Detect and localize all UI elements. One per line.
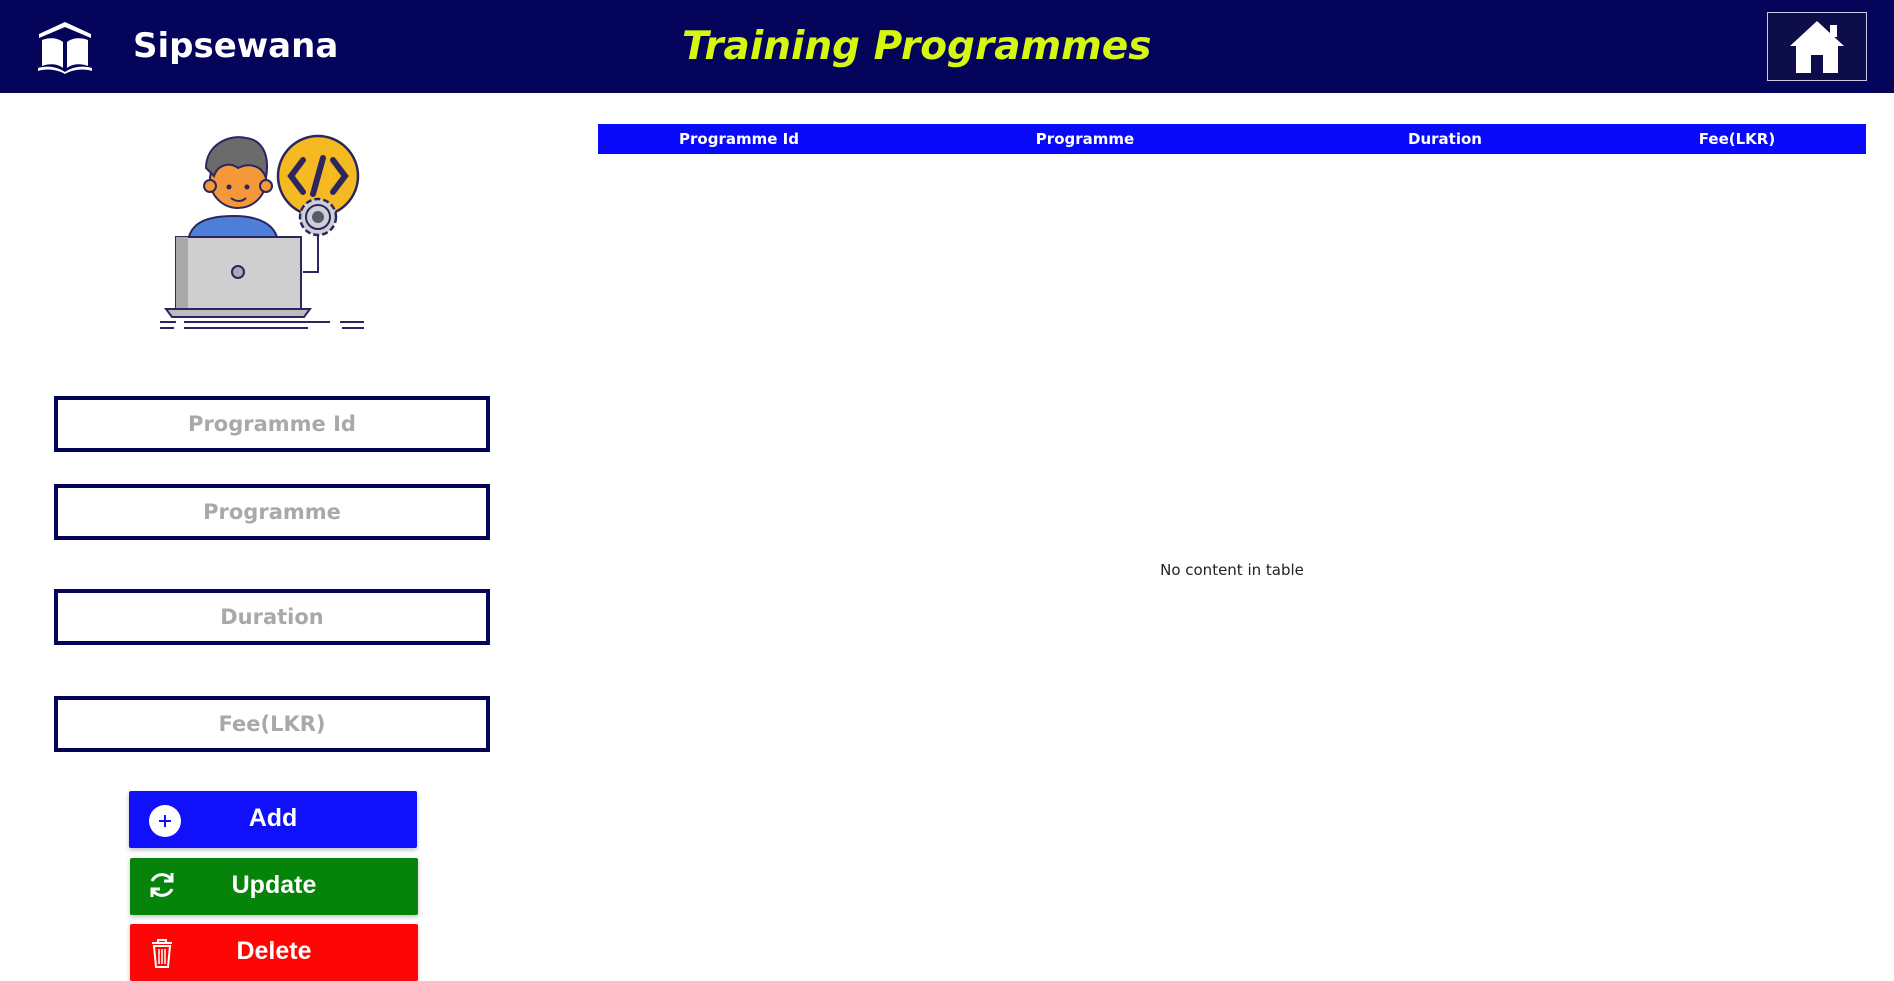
page-title: Training Programmes xyxy=(682,24,1152,69)
duration-field[interactable] xyxy=(54,589,490,645)
app-header: Sipsewana Training Programmes xyxy=(0,0,1894,93)
programme-id-field[interactable] xyxy=(54,396,490,452)
col-fee[interactable]: Fee(LKR) xyxy=(1662,130,1812,148)
empty-table-message: No content in table xyxy=(1160,561,1304,579)
update-button[interactable]: Update xyxy=(130,858,418,915)
table-header: Programme Id Programme Duration Fee(LKR) xyxy=(598,124,1866,154)
programmes-table: Programme Id Programme Duration Fee(LKR)… xyxy=(598,124,1866,944)
col-programme-id[interactable]: Programme Id xyxy=(664,130,814,148)
programme-field[interactable] xyxy=(54,484,490,540)
fee-field[interactable] xyxy=(54,696,490,752)
add-label: Add xyxy=(248,804,298,832)
delete-label: Delete xyxy=(236,937,312,965)
delete-button[interactable]: Delete xyxy=(130,924,418,981)
open-book-icon xyxy=(38,22,92,74)
update-label: Update xyxy=(231,871,317,899)
col-duration[interactable]: Duration xyxy=(1370,130,1520,148)
developer-illustration xyxy=(160,134,364,329)
col-programme[interactable]: Programme xyxy=(1010,130,1160,148)
add-button[interactable]: Add xyxy=(129,791,417,848)
brand-name: Sipsewana xyxy=(133,26,339,66)
home-icon xyxy=(1790,20,1844,73)
home-button[interactable] xyxy=(1767,12,1867,81)
